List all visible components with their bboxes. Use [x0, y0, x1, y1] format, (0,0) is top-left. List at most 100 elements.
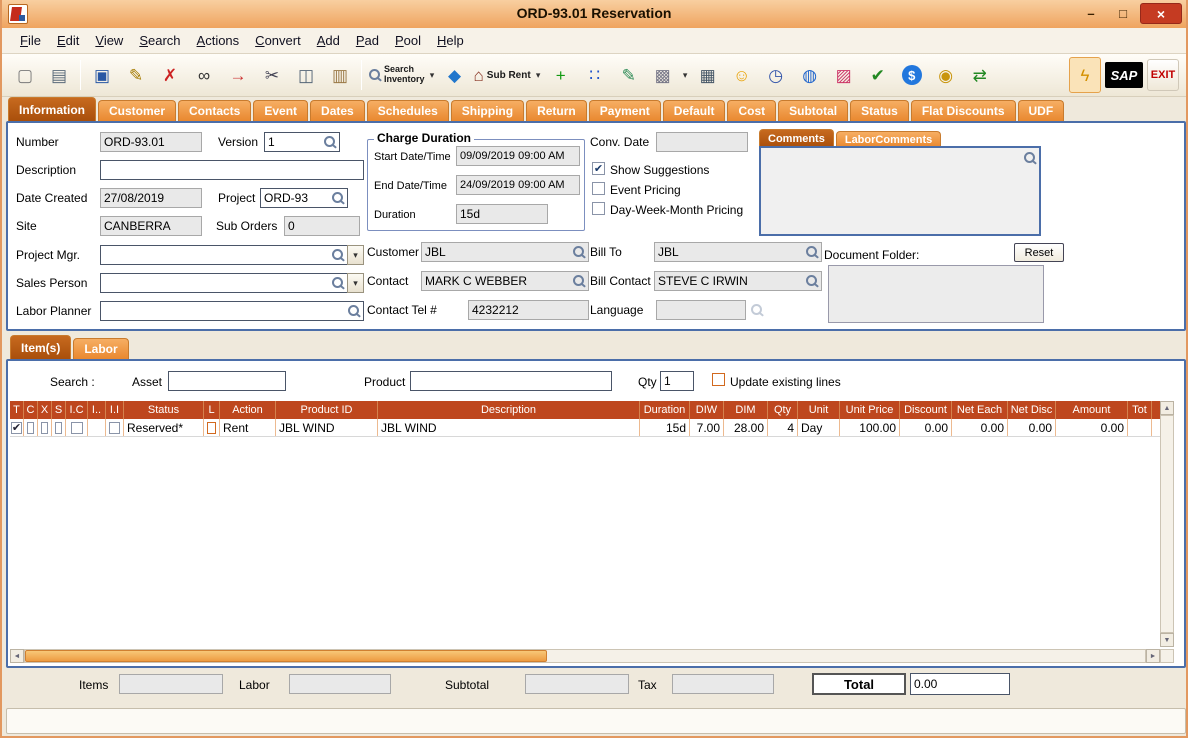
sales-person-lookup-icon[interactable]: [331, 276, 344, 290]
cell-checkbox-ic[interactable]: [70, 421, 83, 434]
new-document-icon[interactable]: ▢: [9, 57, 41, 93]
calendar-dropdown[interactable]: ▾: [680, 57, 691, 93]
tab-status[interactable]: Status: [850, 100, 909, 121]
contact-lookup-icon[interactable]: [572, 274, 585, 288]
comments-textarea[interactable]: [759, 146, 1041, 236]
column-header-diw[interactable]: DIW: [690, 401, 724, 419]
column-header-ii[interactable]: I.I: [106, 401, 124, 419]
column-header-s[interactable]: S: [52, 401, 66, 419]
scroll-up-button[interactable]: ▲: [1160, 401, 1174, 415]
tab-comments[interactable]: Comments: [759, 129, 834, 147]
version-field[interactable]: 1: [264, 132, 340, 152]
tab-return[interactable]: Return: [526, 100, 587, 121]
grid-row[interactable]: ✔ Reserved* Rent JBL WIND JBL WIND 15d 7.00 28.…: [10, 419, 1160, 437]
column-header-product_id[interactable]: Product ID: [276, 401, 378, 419]
column-header-tot[interactable]: Tot: [1128, 401, 1152, 419]
qty-input[interactable]: 1: [660, 371, 694, 391]
menu-item-actions[interactable]: Actions: [189, 30, 248, 51]
menu-item-file[interactable]: File: [12, 30, 49, 51]
menu-item-add[interactable]: Add: [309, 30, 348, 51]
project-lookup-icon[interactable]: [331, 191, 344, 205]
minimize-button[interactable]: –: [1076, 3, 1106, 24]
version-lookup-icon[interactable]: [323, 135, 336, 149]
cut-icon[interactable]: ✂: [256, 57, 288, 93]
sales-person-field[interactable]: [100, 273, 348, 293]
tab-schedules[interactable]: Schedules: [366, 100, 449, 121]
product-input[interactable]: [410, 371, 612, 391]
edit-pencil-icon[interactable]: ✎: [120, 57, 152, 93]
column-header-t[interactable]: T: [10, 401, 24, 419]
column-header-l[interactable]: L: [204, 401, 220, 419]
project-mgr-dropdown[interactable]: ▾: [347, 245, 364, 265]
comments-lookup-icon[interactable]: [1023, 151, 1036, 165]
menu-item-convert[interactable]: Convert: [247, 30, 309, 51]
sub-orders-field[interactable]: 0: [284, 216, 360, 236]
menu-item-search[interactable]: Search: [131, 30, 188, 51]
tab-payment[interactable]: Payment: [588, 100, 661, 121]
scroll-right-button[interactable]: ►: [1146, 649, 1160, 663]
vertical-scrollbar-track[interactable]: [1160, 415, 1174, 633]
scroll-down-button[interactable]: ▼: [1160, 633, 1174, 647]
clock-icon[interactable]: ◷: [760, 57, 792, 93]
tab-contacts[interactable]: Contacts: [178, 100, 252, 121]
column-header-net_each[interactable]: Net Each: [952, 401, 1008, 419]
tab-udf[interactable]: UDF: [1017, 100, 1065, 121]
contact-tel-field[interactable]: 4232212: [468, 300, 589, 320]
tab-laborcomments[interactable]: LaborComments: [835, 131, 942, 147]
books-icon[interactable]: ▨: [828, 57, 860, 93]
menu-item-view[interactable]: View: [87, 30, 131, 51]
tab-event[interactable]: Event: [253, 100, 309, 121]
end-datetime-field[interactable]: 24/09/2019 09:00 AM: [456, 175, 580, 195]
tab-dates[interactable]: Dates: [310, 100, 365, 121]
event-pricing-checkbox[interactable]: [592, 182, 605, 195]
column-header-unit_price[interactable]: Unit Price: [840, 401, 900, 419]
column-header-dim[interactable]: DIM: [724, 401, 768, 419]
number-field[interactable]: ORD-93.01: [100, 132, 202, 152]
paste-icon[interactable]: ▥: [324, 57, 356, 93]
column-header-discount[interactable]: Discount: [900, 401, 952, 419]
duration-field[interactable]: 15d: [456, 204, 548, 224]
calendar-icon[interactable]: ▩: [647, 57, 679, 93]
cell-checkbox-l[interactable]: [207, 421, 216, 434]
tab-flat-discounts[interactable]: Flat Discounts: [910, 100, 1016, 121]
asset-input[interactable]: [168, 371, 286, 391]
tab-shipping[interactable]: Shipping: [450, 100, 525, 121]
smiley-icon[interactable]: ☺: [726, 57, 758, 93]
bill-to-field[interactable]: JBL: [654, 242, 822, 262]
export-icon[interactable]: →: [222, 57, 254, 93]
column-header-net_disc[interactable]: Net Disc: [1008, 401, 1056, 419]
cell-checkbox-s[interactable]: [55, 421, 62, 434]
cell-checkbox-c[interactable]: [27, 421, 34, 434]
customer-lookup-icon[interactable]: [572, 245, 585, 259]
scroll-left-button[interactable]: ◄: [10, 649, 24, 663]
exit-button[interactable]: EXIT: [1147, 59, 1179, 91]
notes-icon[interactable]: ✎: [613, 57, 645, 93]
menu-item-pool[interactable]: Pool: [387, 30, 429, 51]
column-header-x[interactable]: X: [38, 401, 52, 419]
bill-to-lookup-icon[interactable]: [805, 245, 818, 259]
cell-checkbox-ii[interactable]: [109, 421, 120, 434]
globe-icon[interactable]: ◍: [794, 57, 826, 93]
transfer-icon[interactable]: ⇄: [964, 57, 996, 93]
find-binoculars-icon[interactable]: ∞: [188, 57, 220, 93]
group-balls-icon[interactable]: ∷: [579, 57, 611, 93]
date-created-field[interactable]: 27/08/2019: [100, 188, 202, 208]
horizontal-scrollbar-thumb[interactable]: [25, 650, 547, 662]
sales-person-dropdown[interactable]: ▾: [347, 273, 364, 293]
cell-checkbox-x[interactable]: [41, 421, 48, 434]
save-icon[interactable]: ▣: [86, 57, 118, 93]
column-header-ic[interactable]: I.C: [66, 401, 88, 419]
column-header-action[interactable]: Action: [220, 401, 276, 419]
column-header-io[interactable]: I..: [88, 401, 106, 419]
sub-rent-dropdown[interactable]: ▾: [533, 57, 544, 93]
column-header-unit[interactable]: Unit: [798, 401, 840, 419]
update-existing-lines-checkbox[interactable]: [712, 373, 725, 386]
column-header-amount[interactable]: Amount: [1056, 401, 1128, 419]
column-header-status[interactable]: Status: [124, 401, 204, 419]
tab-customer[interactable]: Customer: [98, 100, 177, 121]
column-header-qty[interactable]: Qty: [768, 401, 798, 419]
sap-button[interactable]: SAP: [1105, 62, 1143, 88]
print-icon[interactable]: ▤: [43, 57, 75, 93]
labor-planner-lookup-icon[interactable]: [347, 304, 360, 318]
contact-field[interactable]: MARK C WEBBER: [421, 271, 589, 291]
